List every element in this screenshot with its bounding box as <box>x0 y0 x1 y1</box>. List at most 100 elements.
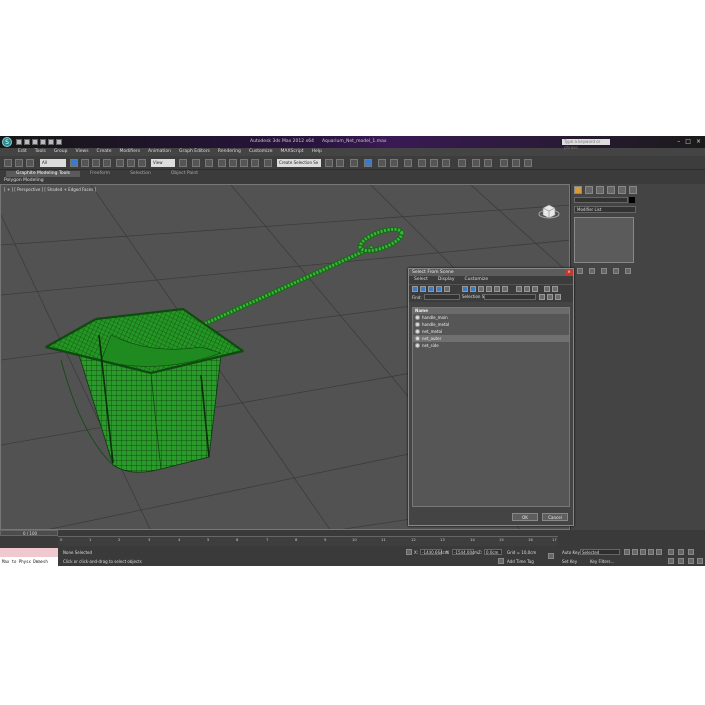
list-item[interactable]: net_metal <box>413 328 569 335</box>
viewcube-icon[interactable] <box>538 199 560 221</box>
set-key-button[interactable]: Set Key <box>562 559 577 564</box>
selection-sets-dropdown[interactable] <box>484 294 536 300</box>
tab-graphite-modeling-tools[interactable]: Graphite Modeling Tools <box>6 171 81 177</box>
schematic-view-icon[interactable] <box>390 159 398 167</box>
scene-object-list[interactable]: Name handle_main handle_metal net_metal … <box>412 307 570 507</box>
display-groups-icon[interactable] <box>470 286 476 292</box>
project-folder-icon[interactable] <box>56 139 62 145</box>
named-selection-dropdown[interactable]: Create Selection Se <box>277 159 321 167</box>
sync-selection-icon[interactable] <box>552 286 558 292</box>
modifier-stack[interactable] <box>574 217 634 263</box>
make-unique-icon[interactable] <box>601 268 607 274</box>
display-containers-icon[interactable] <box>494 286 500 292</box>
rectangular-selection-icon[interactable] <box>92 159 100 167</box>
x-coordinate-field[interactable]: -1440.664cm <box>420 549 449 555</box>
rotate-icon[interactable] <box>127 159 135 167</box>
lock-selection-icon[interactable] <box>406 549 412 555</box>
tab-object-paint[interactable]: Object Paint <box>161 171 208 177</box>
dialog-menu-customize[interactable]: Customize <box>459 276 493 284</box>
help-search-input[interactable]: Type a keyword or phrase <box>562 139 610 150</box>
percent-snap-icon[interactable] <box>240 159 248 167</box>
hierarchy-tab-icon[interactable] <box>596 186 604 194</box>
close-icon[interactable]: × <box>696 138 701 145</box>
object-name-field[interactable] <box>574 197 628 203</box>
z-coordinate-field[interactable]: 0.0cm <box>484 549 502 555</box>
new-file-icon[interactable] <box>16 139 22 145</box>
display-frozen-icon[interactable] <box>502 286 508 292</box>
spinner-snap-icon[interactable] <box>251 159 259 167</box>
object-color-swatch[interactable] <box>629 197 635 203</box>
orbit-icon[interactable] <box>688 558 694 564</box>
menu-group[interactable]: Group <box>50 148 72 156</box>
render-setup-icon[interactable] <box>418 159 426 167</box>
keyboard-shortcut-icon[interactable] <box>205 159 213 167</box>
time-tag-icon[interactable] <box>498 558 504 564</box>
select-manipulate-icon[interactable] <box>192 159 200 167</box>
reference-coordinate-dropdown[interactable]: View <box>151 159 175 167</box>
tab-selection[interactable]: Selection <box>120 171 161 177</box>
select-link-icon[interactable] <box>4 159 12 167</box>
render-iterative-icon[interactable] <box>458 159 466 167</box>
display-geometry-icon[interactable] <box>412 286 418 292</box>
list-item[interactable]: net_outer <box>413 335 569 342</box>
zoom-all-icon[interactable] <box>678 549 684 555</box>
viewport-label[interactable]: [ + ] [ Perspective ] [ Shaded + Edged F… <box>4 187 96 192</box>
maxscript-mini-listener[interactable]: Max to Physx Dmmesh <box>0 557 58 566</box>
menu-tools[interactable]: Tools <box>31 148 50 156</box>
mirror-icon[interactable] <box>325 159 333 167</box>
menu-modifiers[interactable]: Modifiers <box>116 148 145 156</box>
layer-manager-icon[interactable] <box>350 159 358 167</box>
plugin-icon-1[interactable] <box>500 159 508 167</box>
pan-icon[interactable] <box>678 558 684 564</box>
y-coordinate-field[interactable]: -1544.00cm <box>452 549 478 555</box>
goto-end-icon[interactable] <box>656 549 662 555</box>
create-set-icon[interactable] <box>539 294 545 300</box>
list-item[interactable]: net_side <box>413 342 569 349</box>
plugin-icon-3[interactable] <box>524 159 532 167</box>
modify-tab-icon[interactable] <box>585 186 593 194</box>
display-bones-icon[interactable] <box>486 286 492 292</box>
show-end-result-icon[interactable] <box>589 268 595 274</box>
edit-set-icon[interactable] <box>547 294 553 300</box>
select-invert-icon[interactable] <box>532 286 538 292</box>
curve-editor-icon[interactable] <box>378 159 386 167</box>
move-icon[interactable] <box>116 159 124 167</box>
scale-icon[interactable] <box>138 159 146 167</box>
render-production-icon[interactable] <box>442 159 450 167</box>
key-mode-dropdown[interactable]: Selected <box>580 549 620 555</box>
select-none-icon[interactable] <box>524 286 530 292</box>
track-bar[interactable]: 0 1 2 3 4 5 6 7 8 9 10 11 12 13 14 15 16… <box>58 536 558 546</box>
zoom-extents-icon[interactable] <box>688 549 694 555</box>
delete-set-icon[interactable] <box>555 294 561 300</box>
select-all-icon[interactable] <box>516 286 522 292</box>
list-item[interactable]: handle_main <box>413 314 569 321</box>
selection-filter-dropdown[interactable]: All <box>40 159 66 167</box>
goto-start-icon[interactable] <box>624 549 630 555</box>
maximize-viewport-icon[interactable] <box>697 558 703 564</box>
create-tab-icon[interactable] <box>574 186 582 194</box>
display-spacewarps-icon[interactable] <box>462 286 468 292</box>
field-of-view-icon[interactable] <box>668 558 674 564</box>
utilities-tab-icon[interactable] <box>629 186 637 194</box>
pin-stack-icon[interactable] <box>577 268 583 274</box>
menu-rendering[interactable]: Rendering <box>214 148 245 156</box>
maximize-icon[interactable]: □ <box>685 138 691 145</box>
pivot-center-icon[interactable] <box>179 159 187 167</box>
environment-icon[interactable] <box>484 159 492 167</box>
angle-snap-icon[interactable] <box>229 159 237 167</box>
edit-named-selections-icon[interactable] <box>264 159 272 167</box>
key-icon[interactable] <box>548 553 554 559</box>
dialog-title-bar[interactable]: Select From Scene × <box>409 269 573 276</box>
align-icon[interactable] <box>336 159 344 167</box>
auto-key-button[interactable]: Auto Key <box>562 550 580 555</box>
dialog-close-icon[interactable]: × <box>565 269 573 276</box>
activeshade-icon[interactable] <box>472 159 480 167</box>
zoom-icon[interactable] <box>668 549 674 555</box>
menu-customize[interactable]: Customize <box>245 148 277 156</box>
redo-icon[interactable] <box>48 139 54 145</box>
graphite-tools-icon[interactable] <box>364 159 372 167</box>
configure-sets-icon[interactable] <box>625 268 631 274</box>
select-by-name-icon[interactable] <box>81 159 89 167</box>
net-body[interactable] <box>44 307 245 473</box>
cancel-button[interactable]: Cancel <box>542 513 568 521</box>
